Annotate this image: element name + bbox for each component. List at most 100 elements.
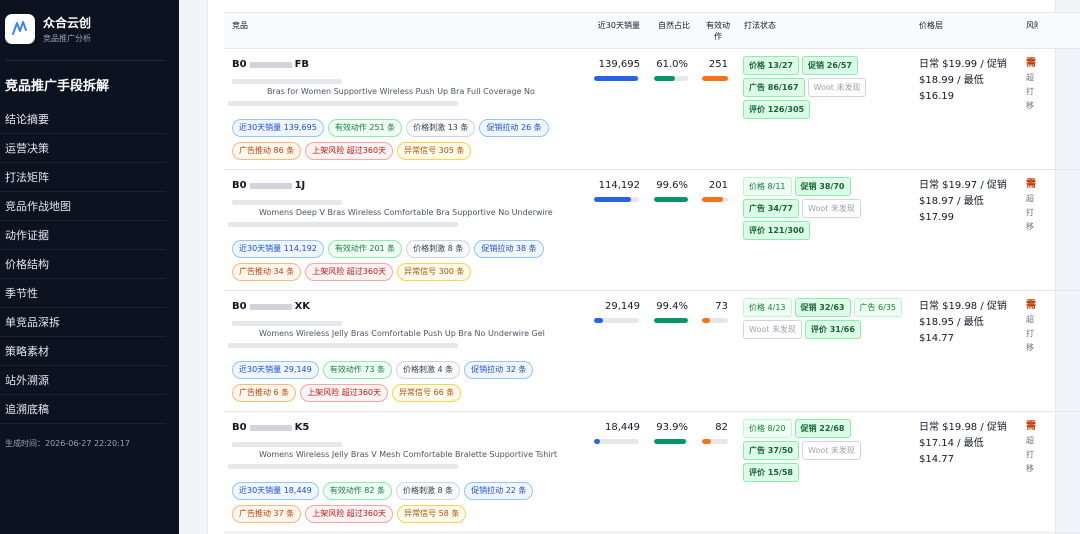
product-code[interactable]: B0 XK <box>232 301 310 312</box>
metric-tag: 价格刺激 4 条 <box>395 361 461 379</box>
price-tier: 日常 $19.97 / 促销 $18.97 / 最低 $17.99 <box>919 178 1007 226</box>
sidebar-item[interactable]: 运营决策 <box>0 134 166 163</box>
price-tier: 日常 $19.98 / 促销 $18.95 / 最低 $14.77 <box>919 299 1007 347</box>
sidebar-item[interactable]: 竞品作战地图 <box>0 192 166 221</box>
risk-line: 超 <box>1026 194 1034 203</box>
action-count: 251 <box>708 59 728 70</box>
sales-value: 114,192 <box>598 180 640 191</box>
product-title[interactable]: Bras for Women Supportive Wireless Push … <box>267 87 535 96</box>
play-chip[interactable]: Woot 未发现 <box>743 320 802 339</box>
sidebar-item[interactable]: 价格结构 <box>0 250 166 279</box>
play-chip[interactable]: 广告 37/50 <box>743 441 799 460</box>
product-code[interactable]: B0 K5 <box>232 422 309 433</box>
metric-tag: 促销拉动 38 条 <box>474 240 544 258</box>
brand[interactable]: 众合云创 竞品推广分析 <box>5 14 91 44</box>
header-natural[interactable]: 自然占比 <box>656 20 690 31</box>
blurred-text <box>232 79 342 84</box>
natural-bar-fill <box>654 318 688 323</box>
table-row[interactable]: B0 1J Womens Deep V Bras Wireless Comforta… <box>224 170 1080 291</box>
header-price[interactable]: 价格层 <box>919 20 943 31</box>
table-row[interactable]: B0 FB Bras for Women Supportive Wireless P… <box>224 49 1080 170</box>
play-chip[interactable]: 价格 8/11 <box>743 177 792 196</box>
tag-row: 广告推动 37 条上架风险 超过360天 异常信号 58 条 <box>232 505 582 523</box>
header-actions[interactable]: 有效动作 <box>706 20 730 42</box>
play-chip[interactable]: 评价 31/66 <box>804 320 861 339</box>
table-row[interactable]: B0 K5 Womens Wireless Jelly Bras V Mesh Co… <box>224 412 1080 533</box>
blurred-text <box>228 343 458 348</box>
price-line: 日常 $19.99 / 促销 <box>919 59 1007 70</box>
metric-tag: 有效动作 201 条 <box>327 240 403 258</box>
metric-tag: 广告推动 6 条 <box>232 384 297 402</box>
header-product[interactable]: 竞品 <box>232 20 248 31</box>
code-prefix: B0 <box>232 180 247 191</box>
product-title-block: Bras for Women Supportive Wireless Push … <box>228 77 588 107</box>
play-chip[interactable]: 促销 38/70 <box>794 177 851 196</box>
header-risk[interactable]: 风险 <box>1026 20 1038 31</box>
product-code[interactable]: B0 1J <box>232 180 305 191</box>
play-chip[interactable]: 评价 126/305 <box>743 100 811 119</box>
metric-tag: 近30天销量 114,192 <box>232 240 324 258</box>
play-chip[interactable]: Woot 未发现 <box>807 78 867 97</box>
code-mask <box>249 303 292 310</box>
metric-tags: 近30天销量 114,192 有效动作 201 条价格刺激 8 条促销拉动 38 … <box>232 240 582 286</box>
product-title[interactable]: Womens Deep V Bras Wireless Comfortable … <box>259 208 553 217</box>
divider <box>5 60 166 61</box>
play-chip[interactable]: 价格 13/27 <box>743 56 799 75</box>
price-tier: 日常 $19.98 / 促销 $17.14 / 最低 $14.77 <box>919 420 1007 468</box>
play-chip[interactable]: 价格 8/20 <box>743 419 792 438</box>
sidebar-item[interactable]: 结论摘要 <box>0 105 166 134</box>
play-chip[interactable]: 广告 86/167 <box>743 78 805 97</box>
brand-subtitle: 竞品推广分析 <box>43 33 91 43</box>
risk-cell: 需超打移 <box>1026 178 1038 234</box>
header-sales[interactable]: 近30天销量 <box>594 20 640 31</box>
metric-tag: 广告推动 86 条 <box>232 142 302 160</box>
metric-tag: 广告推动 37 条 <box>232 505 302 523</box>
play-chip[interactable]: 促销 22/68 <box>794 419 851 438</box>
sales-value: 29,149 <box>605 301 640 312</box>
sidebar-item[interactable]: 打法矩阵 <box>0 163 166 192</box>
product-title-block: Womens Wireless Jelly Bras Comfortable P… <box>228 319 588 349</box>
natural-bar-fill <box>654 76 675 81</box>
sidebar-item[interactable]: 动作证据 <box>0 221 166 250</box>
play-chip[interactable]: 广告 34/77 <box>743 199 799 218</box>
sales-bar <box>594 318 639 323</box>
play-chip[interactable]: 促销 32/63 <box>794 298 851 317</box>
product-code[interactable]: B0 FB <box>232 59 309 70</box>
natural-ratio: 61.0% <box>656 59 688 70</box>
table-header: 竞品 近30天销量 自然占比 有效动作 打法状态 价格层 风险 <box>224 12 1080 49</box>
code-prefix: B0 <box>232 59 247 70</box>
play-chip[interactable]: 促销 26/57 <box>801 56 858 75</box>
sidebar-item[interactable]: 季节性 <box>0 279 166 308</box>
price-line: $14.77 <box>919 333 954 344</box>
play-chip[interactable]: 评价 15/58 <box>743 463 799 482</box>
sidebar-item[interactable]: 单竞品深拆 <box>0 308 166 337</box>
play-chip[interactable]: 评价 121/300 <box>743 221 811 240</box>
price-line: $17.99 <box>919 212 954 223</box>
metric-tag: 有效动作 82 条 <box>322 482 392 500</box>
metric-tag: 有效动作 73 条 <box>322 361 392 379</box>
natural-bar <box>654 76 688 81</box>
sidebar-item[interactable]: 站外溯源 <box>0 366 166 395</box>
play-chip[interactable]: Woot 未发现 <box>801 441 861 460</box>
actions-bar <box>702 439 728 444</box>
code-suffix: K5 <box>294 422 310 433</box>
action-count: 73 <box>715 301 728 312</box>
product-title[interactable]: Womens Wireless Jelly Bras V Mesh Comfor… <box>259 450 557 459</box>
risk-line: 打 <box>1026 208 1034 217</box>
sidebar-item[interactable]: 追溯底稿 <box>0 395 166 424</box>
code-mask <box>249 182 292 189</box>
actions-bar <box>702 197 728 202</box>
risk-line: 需 <box>1026 300 1036 311</box>
play-chip[interactable]: 广告 6/35 <box>853 298 903 317</box>
price-line: 日常 $19.98 / 促销 <box>919 301 1007 312</box>
logo-icon <box>5 14 35 44</box>
header-play[interactable]: 打法状态 <box>744 20 776 31</box>
play-chip[interactable]: Woot 未发现 <box>801 199 861 218</box>
product-title[interactable]: Womens Wireless Jelly Bras Comfortable P… <box>259 329 545 338</box>
risk-line: 需 <box>1026 179 1036 190</box>
metric-tags: 近30天销量 29,149 有效动作 73 条价格刺激 4 条促销拉动 32 条广… <box>232 361 582 407</box>
sidebar-item[interactable]: 策略素材 <box>0 337 166 366</box>
table-row[interactable]: B0 XK Womens Wireless Jelly Bras Comfortab… <box>224 291 1080 412</box>
play-chip[interactable]: 价格 4/13 <box>743 298 792 317</box>
metric-tag: 异常信号 58 条 <box>397 505 467 523</box>
